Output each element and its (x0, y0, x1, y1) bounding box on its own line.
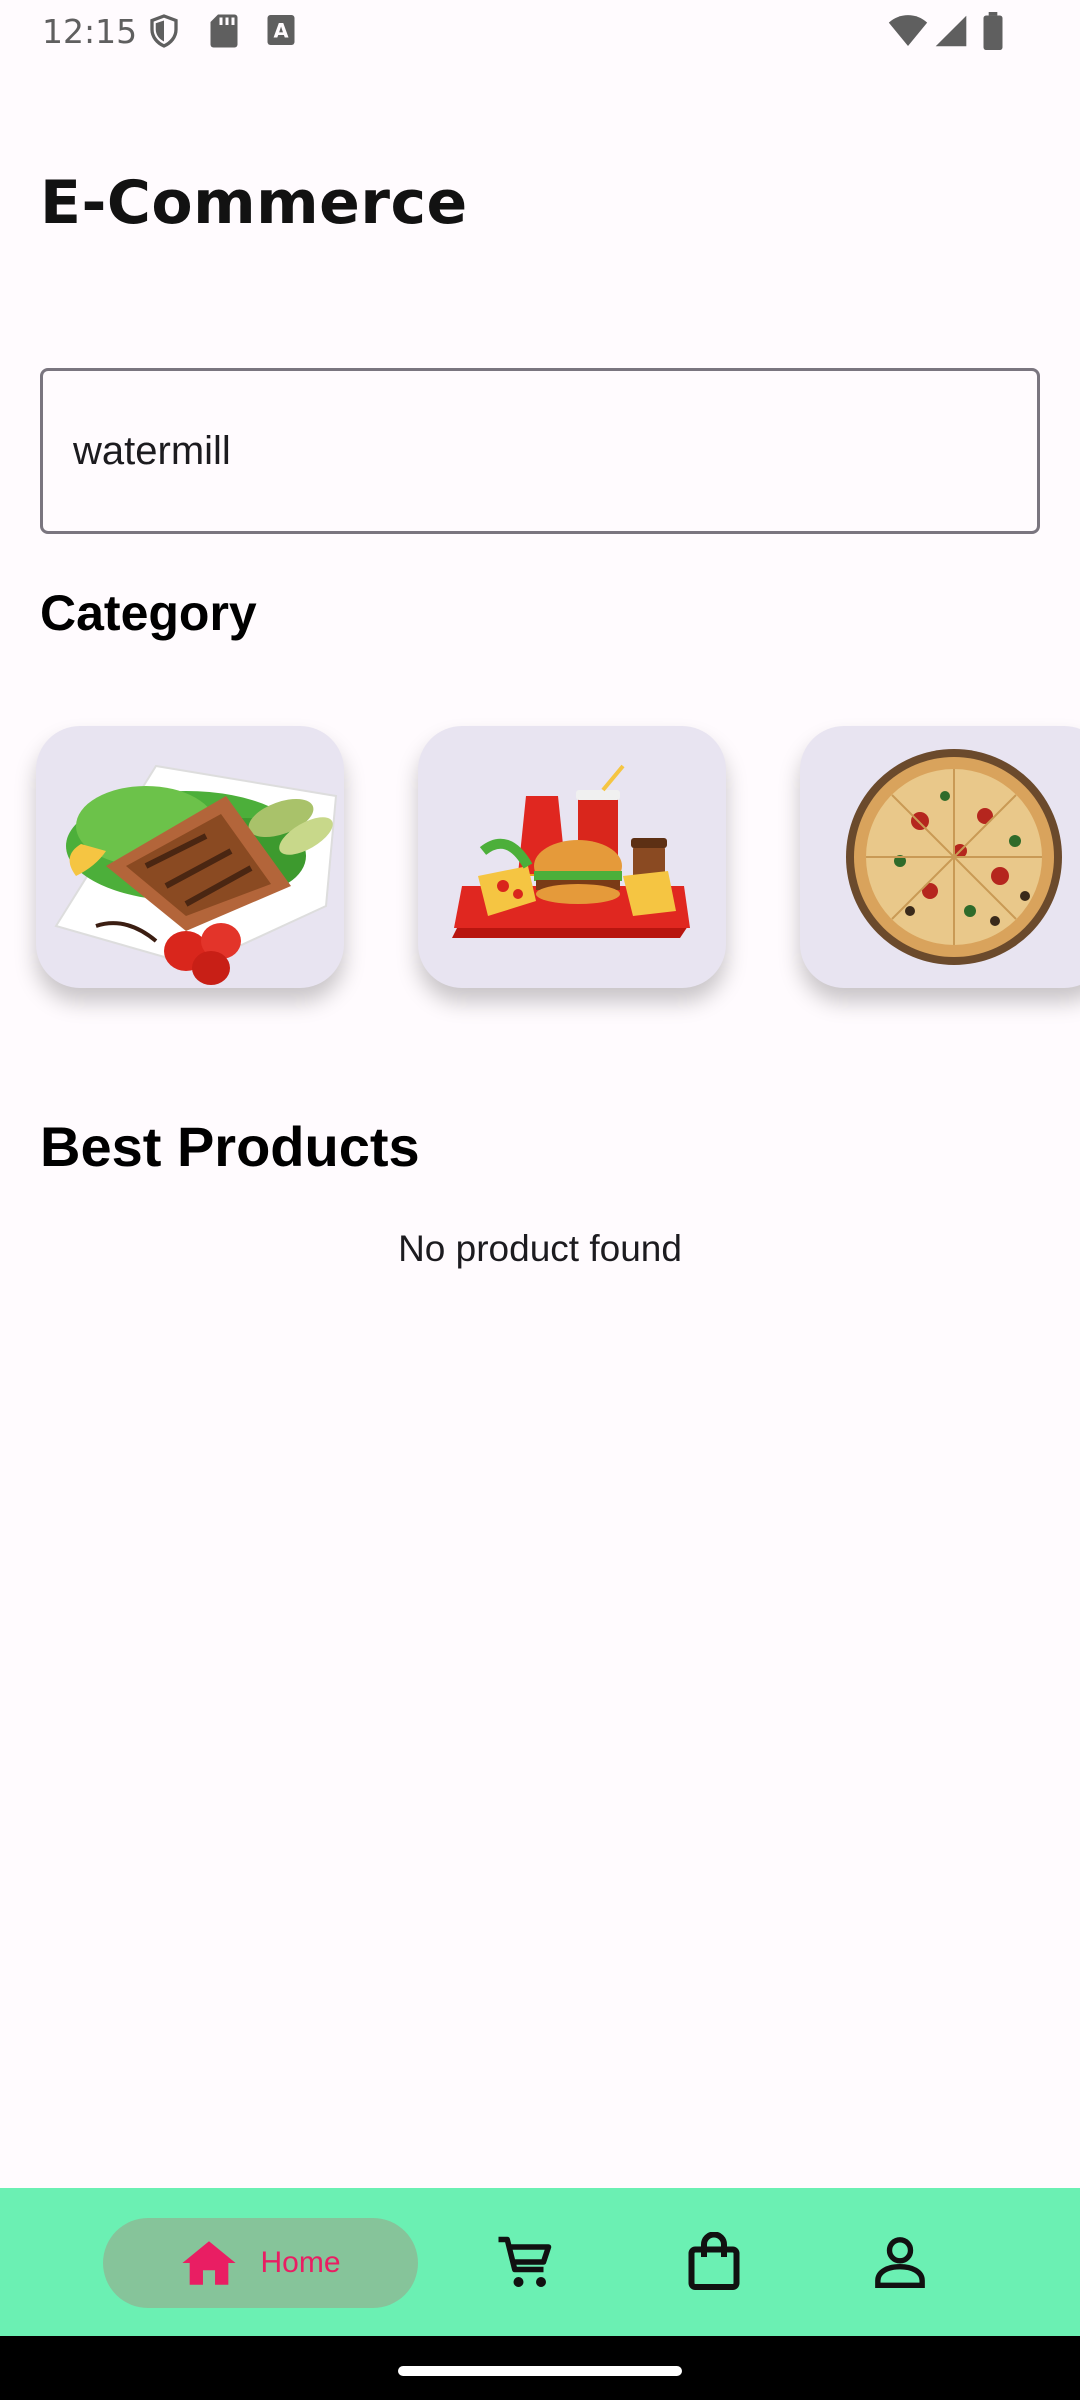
nav-item-profile[interactable] (860, 2222, 940, 2302)
status-time: 12:15 (42, 12, 138, 51)
category-card-fast-food[interactable] (418, 726, 726, 988)
grilled-salmon-salad-image (54, 764, 338, 985)
shopping-bag-icon (688, 2232, 740, 2290)
wifi-icon (888, 15, 928, 46)
svg-text:A: A (273, 20, 288, 43)
search-field[interactable] (40, 368, 1040, 534)
nav-item-home[interactable]: Home (103, 2218, 418, 2308)
pizza-image (846, 749, 1062, 965)
category-card-pizza[interactable] (800, 726, 1080, 988)
category-heading: Category (40, 585, 257, 641)
battery-icon (983, 12, 1003, 50)
cell-signal-icon (935, 15, 967, 47)
best-products-heading: Best Products (40, 1115, 420, 1178)
empty-state-message: No product found (398, 1228, 682, 1269)
keyboard-a-icon: A (267, 15, 295, 45)
category-card-salmon[interactable] (36, 726, 344, 988)
status-bar: 12:15 A (0, 0, 1080, 62)
nav-item-home-label: Home (260, 2246, 341, 2279)
search-input[interactable] (73, 371, 1013, 531)
shield-icon (150, 14, 178, 48)
page-title: E-Commerce (40, 168, 468, 238)
home-indicator[interactable] (398, 2366, 682, 2376)
category-list[interactable] (0, 690, 1080, 1026)
nav-item-cart[interactable] (486, 2222, 566, 2302)
nav-item-orders[interactable] (674, 2222, 754, 2302)
sd-card-icon (210, 14, 238, 48)
cart-icon (498, 2236, 552, 2287)
fast-food-tray-image (452, 764, 690, 938)
home-icon (182, 2241, 237, 2285)
bottom-navigation: Home (0, 2188, 1080, 2336)
person-icon (875, 2237, 925, 2289)
